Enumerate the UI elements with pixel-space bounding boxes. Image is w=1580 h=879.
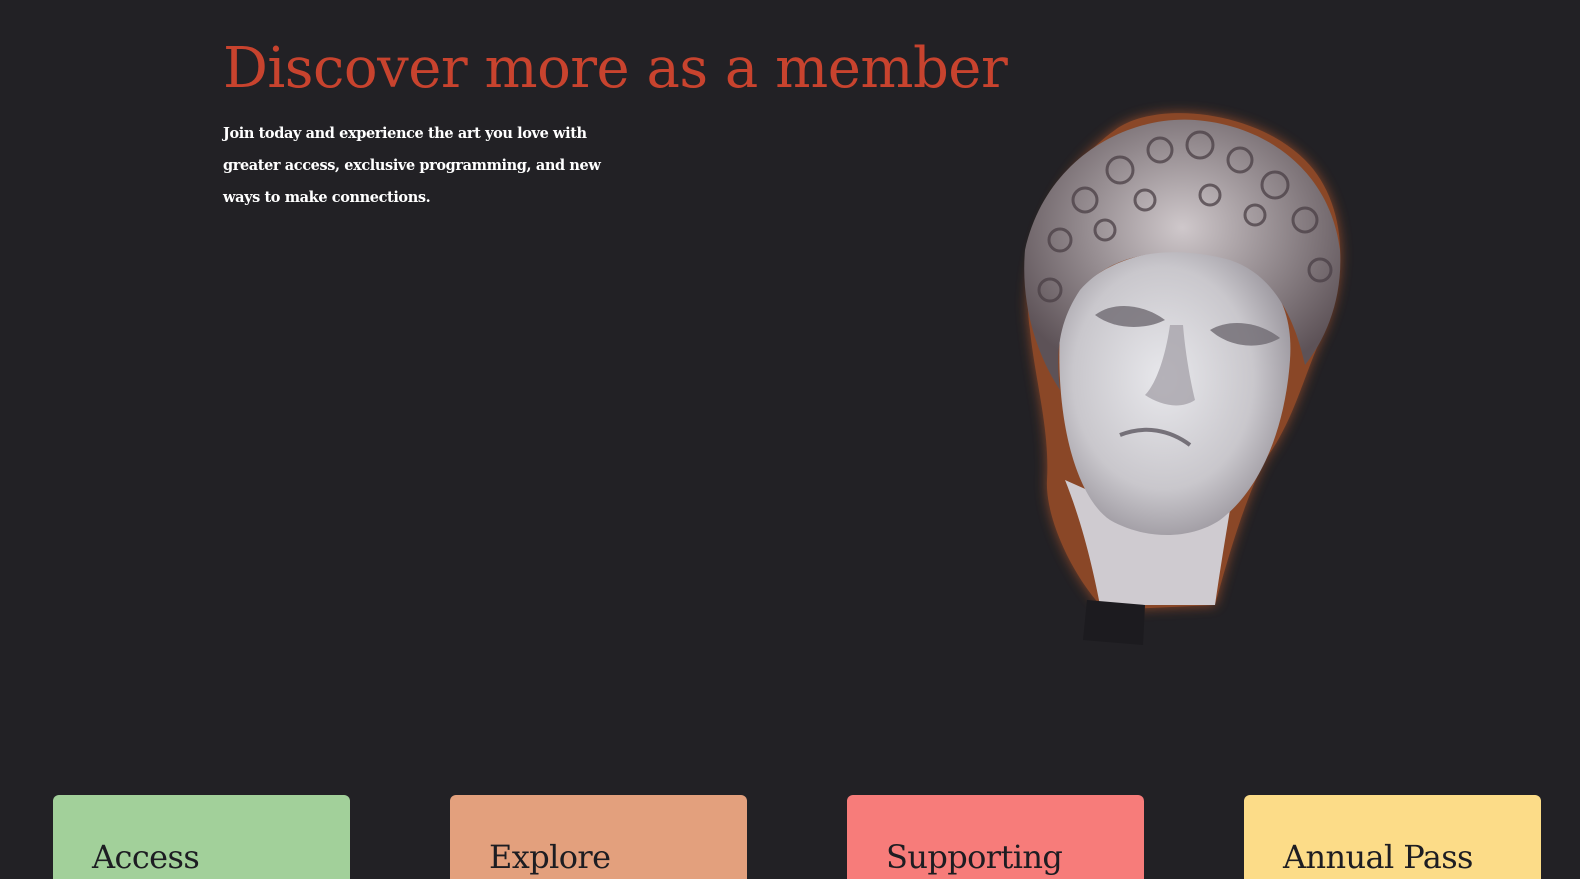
tier-card-supporting[interactable]: Supporting [847,795,1144,879]
tier-card-explore[interactable]: Explore [450,795,747,879]
tier-card-access[interactable]: Access [53,795,350,879]
tier-title: Annual Pass [1283,838,1473,876]
page-title: Discover more as a member [223,36,1008,101]
statue-head-image [1005,100,1365,660]
hero-description: Join today and experience the art you lo… [223,125,601,206]
tier-title: Supporting [886,838,1063,876]
tier-title: Explore [489,838,611,876]
tier-card-annual-pass[interactable]: Annual Pass [1244,795,1541,879]
tier-title: Access [92,838,200,876]
